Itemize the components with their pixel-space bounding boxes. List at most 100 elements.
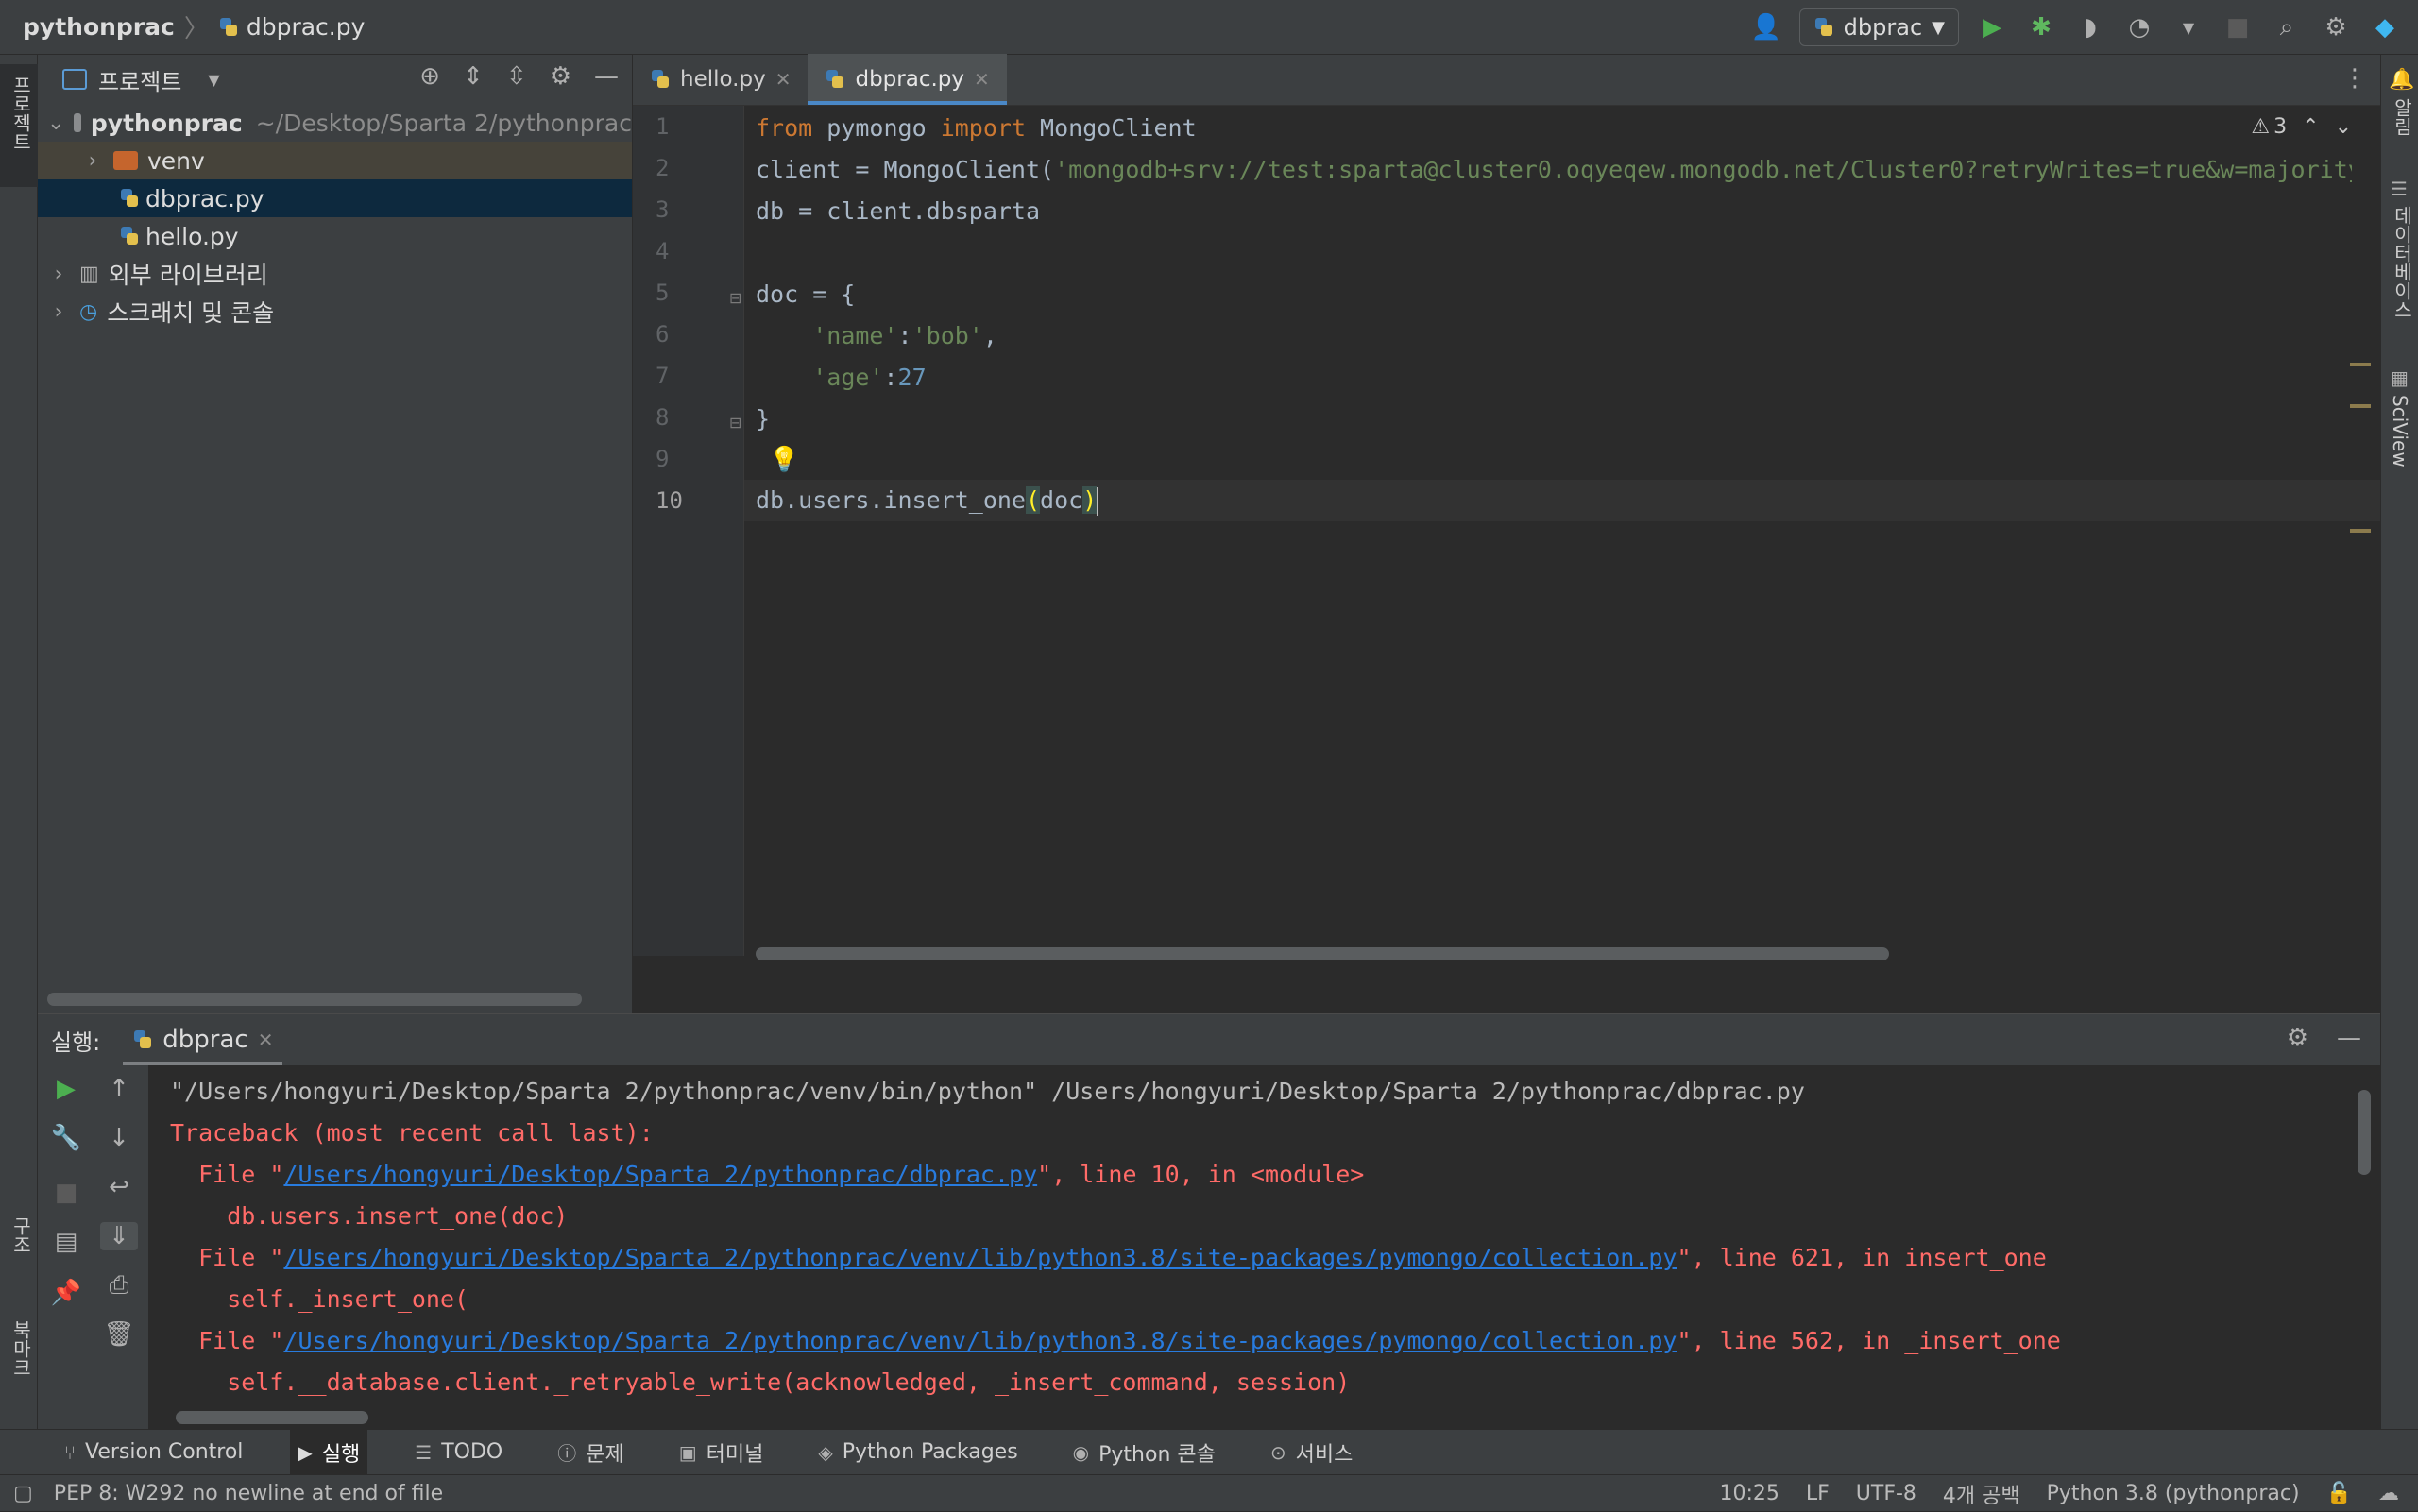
warning-stripe-marker[interactable] [2350, 529, 2371, 533]
lightbulb-icon[interactable]: 💡 [769, 446, 799, 474]
fold-icon[interactable]: ⊟ [729, 289, 741, 307]
project-tool-button[interactable]: 프로젝트 [0, 64, 38, 187]
bell-icon[interactable]: 🔔 [2389, 68, 2414, 92]
hide-panel-icon[interactable]: — [2337, 1024, 2361, 1052]
tool-problems[interactable]: ⓘ 문제 [550, 1430, 631, 1475]
code-token: db = client.dbsparta [756, 197, 1041, 225]
run-config-select[interactable]: dbprac ▼ [1798, 8, 1959, 46]
python-file-icon [1814, 16, 1834, 39]
tree-root[interactable]: ⌄ pythonprac ~/Desktop/Sparta 2/pythonpr… [38, 104, 632, 142]
close-icon[interactable]: ✕ [258, 1028, 274, 1051]
tabs-menu-icon[interactable]: ⋮ [2342, 64, 2367, 93]
scratch-icon: ◷ [79, 299, 98, 324]
print-icon[interactable]: ⎙ [100, 1271, 138, 1300]
run-icon[interactable]: ▶ [1976, 11, 2008, 43]
console-vertical-scrollbar[interactable] [2358, 1090, 2371, 1175]
lock-icon[interactable]: 🔓 [2326, 1482, 2352, 1505]
tool-terminal[interactable]: ▣ 터미널 [672, 1430, 772, 1475]
more-run-chevron-icon[interactable]: ▼ [2172, 11, 2205, 43]
toggle-tool-windows-icon[interactable]: ▢ [13, 1482, 33, 1505]
chevron-right-icon[interactable]: › [47, 263, 70, 286]
structure-tool-label[interactable]: 구조 [8, 1216, 35, 1254]
project-horizontal-scrollbar[interactable] [47, 993, 582, 1006]
soft-wrap-icon[interactable]: ↩ [100, 1173, 138, 1201]
line-number: 8 [656, 404, 670, 431]
chevron-down-icon[interactable]: ▼ [208, 71, 219, 89]
console-output[interactable]: "/Users/hongyuri/Desktop/Sparta 2/python… [170, 1065, 2352, 1405]
fold-icon[interactable]: ⊟ [729, 414, 741, 432]
scroll-down-icon[interactable]: ↓ [100, 1124, 138, 1152]
tree-item-dbprac[interactable]: dbprac.py [38, 179, 632, 217]
notifications-tool-label[interactable]: 알림 [2389, 98, 2416, 136]
tree-item-venv[interactable]: › venv [38, 142, 632, 179]
debug-icon[interactable]: ✱ [2025, 11, 2057, 43]
hide-panel-icon[interactable]: — [594, 62, 619, 91]
gear-icon[interactable]: ⚙ [2320, 11, 2352, 43]
chevron-right-icon[interactable]: › [81, 149, 104, 173]
profile-icon[interactable]: ◔ [2123, 11, 2155, 43]
file-encoding[interactable]: UTF-8 [1856, 1482, 1916, 1505]
editor-horizontal-scrollbar[interactable] [756, 947, 1889, 960]
tab-dbprac[interactable]: dbprac.py ✕ [808, 54, 1008, 105]
breadcrumb-project[interactable]: pythonprac [23, 13, 175, 41]
tool-python-packages[interactable]: ◈ Python Packages [810, 1430, 1025, 1475]
search-icon[interactable]: ⌕ [2271, 11, 2303, 43]
chevron-right-icon[interactable]: › [47, 300, 70, 324]
tab-hello[interactable]: hello.py ✕ [633, 54, 808, 105]
tree-item-external-libraries[interactable]: › ▥ 외부 라이브러리 [38, 255, 632, 293]
stop-icon[interactable]: ■ [2222, 11, 2254, 43]
tool-python-console[interactable]: ◉ Python 콘솔 [1065, 1430, 1223, 1475]
chevron-down-icon[interactable]: ⌄ [2335, 115, 2352, 139]
project-panel-title[interactable]: 프로젝트 [98, 63, 181, 96]
tool-run[interactable]: ▶ 실행 [290, 1429, 368, 1475]
code-token: } [756, 405, 771, 433]
locate-icon[interactable]: ⊕ [419, 62, 440, 91]
scroll-to-end-icon[interactable]: ⇓ [100, 1222, 138, 1250]
tree-item-scratches[interactable]: › ◷ 스크래치 및 콘솔 [38, 293, 632, 331]
code-token: pymongo [812, 114, 941, 142]
line-number: 9 [656, 446, 670, 472]
tree-item-hello[interactable]: hello.py [38, 217, 632, 255]
layout-icon[interactable]: ▤ [47, 1228, 85, 1256]
database-tool-label[interactable]: 데이터베이스 [2389, 206, 2416, 319]
inspection-widget[interactable]: ⚠ 3 ⌃ ⌄ [2251, 115, 2352, 139]
close-icon[interactable]: ✕ [974, 68, 990, 91]
line-separator[interactable]: LF [1806, 1482, 1830, 1505]
caret-position[interactable]: 10:25 [1719, 1482, 1779, 1505]
scroll-up-icon[interactable]: ↑ [100, 1075, 138, 1103]
notifications-icon[interactable]: ☁ [2378, 1482, 2399, 1505]
gear-icon[interactable]: ⚙ [550, 62, 571, 91]
stop-icon[interactable]: ■ [47, 1179, 85, 1207]
bookmarks-tool-label[interactable]: 북마크 [8, 1320, 35, 1377]
gear-icon[interactable]: ⚙ [2287, 1024, 2308, 1052]
chevron-up-icon[interactable]: ⌃ [2302, 115, 2319, 139]
line-number: 4 [656, 238, 670, 264]
console-horizontal-scrollbar[interactable] [176, 1411, 368, 1424]
close-icon[interactable]: ✕ [775, 68, 792, 91]
console-file-link[interactable]: /Users/hongyuri/Desktop/Sparta 2/pythonp… [283, 1161, 1037, 1188]
tree-root-label: pythonprac [90, 109, 243, 137]
indent-setting[interactable]: 4개 공백 [1943, 1479, 2020, 1509]
run-tab-dbprac[interactable]: dbprac ✕ [123, 1014, 283, 1065]
collapse-all-icon[interactable]: ⇳ [506, 62, 527, 91]
warning-stripe-marker[interactable] [2350, 404, 2371, 408]
tool-version-control[interactable]: ⑂ Version Control [57, 1430, 250, 1475]
user-icon[interactable]: 👤 [1750, 11, 1782, 43]
settings-wrench-icon[interactable]: 🔧 [47, 1124, 85, 1152]
rerun-icon[interactable]: ▶ [47, 1075, 85, 1103]
expand-all-icon[interactable]: ⇕ [463, 62, 484, 91]
python-interpreter[interactable]: Python 3.8 (pythonprac) [2047, 1482, 2300, 1505]
chevron-down-icon[interactable]: ⌄ [47, 111, 64, 135]
tool-todo[interactable]: ☰ TODO [407, 1430, 510, 1475]
console-file-link[interactable]: /Users/hongyuri/Desktop/Sparta 2/pythonp… [283, 1244, 1677, 1271]
code-token: client = MongoClient( [756, 156, 1055, 183]
console-file-link[interactable]: /Users/hongyuri/Desktop/Sparta 2/pythonp… [283, 1327, 1677, 1354]
coverage-icon[interactable]: ◗ [2074, 11, 2106, 43]
pin-icon[interactable]: 📌 [47, 1279, 85, 1307]
sciview-tool-label[interactable]: SciView [2389, 395, 2411, 467]
warning-stripe-marker[interactable] [2350, 363, 2371, 366]
breadcrumb-file[interactable]: dbprac.py [218, 13, 365, 41]
trash-icon[interactable]: 🗑 [100, 1320, 138, 1349]
ide-logo-icon[interactable]: ◆ [2369, 11, 2401, 43]
tool-services[interactable]: ⊙ 서비스 [1263, 1430, 1361, 1475]
